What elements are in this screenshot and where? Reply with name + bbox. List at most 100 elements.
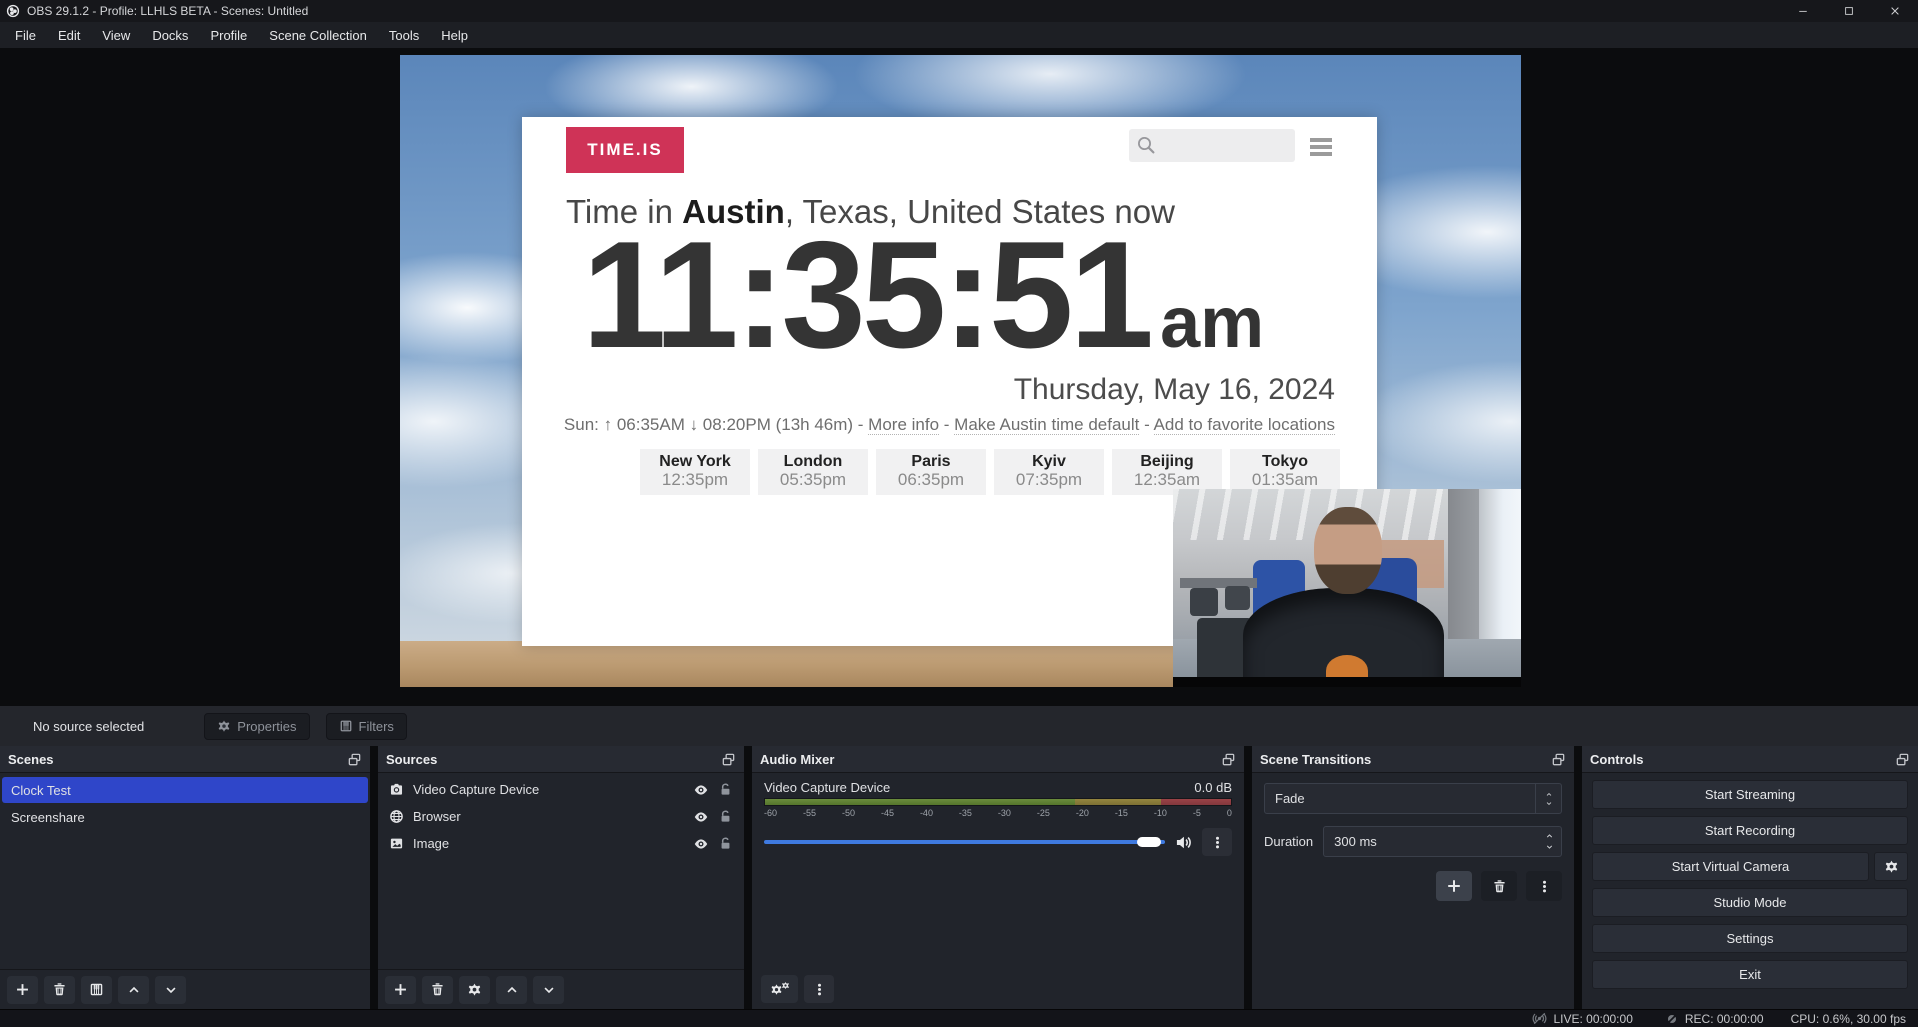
image-icon bbox=[389, 836, 404, 851]
close-button[interactable] bbox=[1872, 0, 1918, 22]
timeis-clock: 11:35:51am bbox=[582, 219, 1264, 371]
preview-canvas[interactable]: TIME.IS Time in Austin, Texas, United St… bbox=[400, 55, 1521, 687]
volume-meter bbox=[764, 798, 1232, 806]
rec-status: REC: 00:00:00 bbox=[1665, 1012, 1764, 1026]
move-source-down-button[interactable] bbox=[533, 976, 564, 1004]
start-virtual-camera-button[interactable]: Start Virtual Camera bbox=[1592, 852, 1869, 881]
popout-icon[interactable] bbox=[1221, 752, 1236, 767]
title-bar: OBS 29.1.2 - Profile: LLHLS BETA - Scene… bbox=[0, 0, 1918, 22]
obs-window: OBS 29.1.2 - Profile: LLHLS BETA - Scene… bbox=[0, 0, 1918, 1027]
remove-source-button[interactable] bbox=[422, 976, 453, 1004]
eye-icon[interactable] bbox=[693, 836, 709, 852]
source-toolbar: No source selected Properties Filters bbox=[0, 706, 1918, 746]
city-time-box: New York12:35pm bbox=[640, 449, 750, 495]
scene-item-clock-test[interactable]: Clock Test bbox=[2, 777, 368, 803]
menu-item-tools[interactable]: Tools bbox=[378, 24, 430, 47]
hamburger-menu-icon bbox=[1310, 138, 1332, 159]
add-source-button[interactable] bbox=[385, 976, 416, 1004]
move-source-up-button[interactable] bbox=[496, 976, 527, 1004]
gear-icon bbox=[467, 982, 482, 997]
filters-button[interactable]: Filters bbox=[326, 713, 407, 740]
settings-button[interactable]: Settings bbox=[1592, 924, 1908, 953]
minimize-icon bbox=[1797, 5, 1809, 17]
menu-item-view[interactable]: View bbox=[91, 24, 141, 47]
selection-status: No source selected bbox=[33, 719, 144, 734]
scene-filters-button[interactable] bbox=[81, 976, 112, 1004]
popout-icon[interactable] bbox=[1551, 752, 1566, 767]
menu-item-profile[interactable]: Profile bbox=[199, 24, 258, 47]
lock-icon[interactable] bbox=[718, 809, 733, 824]
gear-icon bbox=[781, 981, 790, 990]
controls-dock: Controls Start Streaming Start Recording… bbox=[1582, 746, 1918, 1009]
menu-item-edit[interactable]: Edit bbox=[47, 24, 91, 47]
transition-menu-button[interactable] bbox=[1526, 871, 1562, 901]
scene-transitions-dock-header: Scene Transitions bbox=[1252, 746, 1574, 773]
webcam-video-source[interactable] bbox=[1173, 489, 1521, 687]
studio-mode-button[interactable]: Studio Mode bbox=[1592, 888, 1908, 917]
transition-select-arrows bbox=[1535, 784, 1561, 813]
source-item-browser[interactable]: Browser bbox=[380, 803, 742, 830]
menu-item-docks[interactable]: Docks bbox=[141, 24, 199, 47]
move-scene-up-button[interactable] bbox=[118, 976, 149, 1004]
live-status: LIVE: 00:00:00 bbox=[1532, 1011, 1632, 1026]
close-icon bbox=[1889, 5, 1901, 17]
make-default-link: Make Austin time default bbox=[954, 415, 1139, 435]
popout-icon[interactable] bbox=[1895, 752, 1910, 767]
eye-icon[interactable] bbox=[693, 809, 709, 825]
scene-item-screenshare[interactable]: Screenshare bbox=[2, 804, 368, 830]
speaker-icon[interactable] bbox=[1175, 834, 1192, 851]
audio-mixer-dock: Audio Mixer Video Capture Device 0.0 dB … bbox=[752, 746, 1244, 1009]
volume-slider[interactable] bbox=[764, 837, 1165, 847]
meter-scale: -60-55-50-45-40-35-30-25-20-15-10-50 bbox=[764, 808, 1232, 818]
menu-item-scene-collection[interactable]: Scene Collection bbox=[258, 24, 378, 47]
move-scene-down-button[interactable] bbox=[155, 976, 186, 1004]
eye-icon[interactable] bbox=[693, 782, 709, 798]
maximize-icon bbox=[1843, 5, 1855, 17]
chevron-down-icon bbox=[164, 983, 178, 997]
transition-select[interactable]: Fade bbox=[1264, 783, 1562, 814]
properties-button[interactable]: Properties bbox=[204, 713, 309, 740]
menu-bar: File Edit View Docks Profile Scene Colle… bbox=[0, 22, 1918, 48]
source-item-image[interactable]: Image bbox=[380, 830, 742, 857]
lock-icon[interactable] bbox=[718, 782, 733, 797]
exit-button[interactable]: Exit bbox=[1592, 960, 1908, 989]
scenes-toolbar bbox=[0, 969, 370, 1009]
chevron-up-icon bbox=[1544, 791, 1554, 798]
mixer-menu-button[interactable] bbox=[804, 975, 834, 1003]
source-item-video-capture[interactable]: Video Capture Device bbox=[380, 776, 742, 803]
popout-icon[interactable] bbox=[347, 752, 362, 767]
duration-label: Duration bbox=[1264, 834, 1313, 849]
spin-up-icon[interactable] bbox=[1544, 832, 1555, 840]
start-streaming-button[interactable]: Start Streaming bbox=[1592, 780, 1908, 809]
remove-transition-button[interactable] bbox=[1481, 871, 1517, 901]
virtual-camera-settings-button[interactable] bbox=[1874, 852, 1908, 881]
chevron-up-icon bbox=[505, 983, 519, 997]
menu-item-help[interactable]: Help bbox=[430, 24, 479, 47]
add-scene-button[interactable] bbox=[7, 976, 38, 1004]
lock-icon[interactable] bbox=[718, 836, 733, 851]
kebab-icon bbox=[1210, 835, 1225, 850]
start-recording-button[interactable]: Start Recording bbox=[1592, 816, 1908, 845]
canvas-area: TIME.IS Time in Austin, Texas, United St… bbox=[0, 48, 1918, 706]
gear-icon bbox=[1884, 859, 1899, 874]
scenes-dock: Scenes Clock Test Screenshare bbox=[0, 746, 370, 1009]
menu-item-file[interactable]: File bbox=[4, 24, 47, 47]
globe-icon bbox=[389, 809, 404, 824]
advanced-audio-button[interactable] bbox=[761, 975, 798, 1003]
city-time-box: London05:35pm bbox=[758, 449, 868, 495]
spin-down-icon[interactable] bbox=[1544, 843, 1555, 851]
volume-slider-handle[interactable] bbox=[1137, 837, 1161, 847]
popout-icon[interactable] bbox=[721, 752, 736, 767]
trash-icon bbox=[52, 982, 67, 997]
add-transition-button[interactable] bbox=[1436, 871, 1472, 901]
maximize-button[interactable] bbox=[1826, 0, 1872, 22]
mixer-channel-menu-button[interactable] bbox=[1202, 828, 1232, 856]
sources-dock-header: Sources bbox=[378, 746, 744, 773]
sources-toolbar bbox=[378, 969, 744, 1009]
remove-scene-button[interactable] bbox=[44, 976, 75, 1004]
minimize-button[interactable] bbox=[1780, 0, 1826, 22]
source-properties-button[interactable] bbox=[459, 976, 490, 1004]
trash-icon bbox=[1492, 879, 1507, 894]
record-icon bbox=[1665, 1012, 1679, 1026]
duration-spinbox[interactable]: 300 ms bbox=[1323, 826, 1562, 857]
